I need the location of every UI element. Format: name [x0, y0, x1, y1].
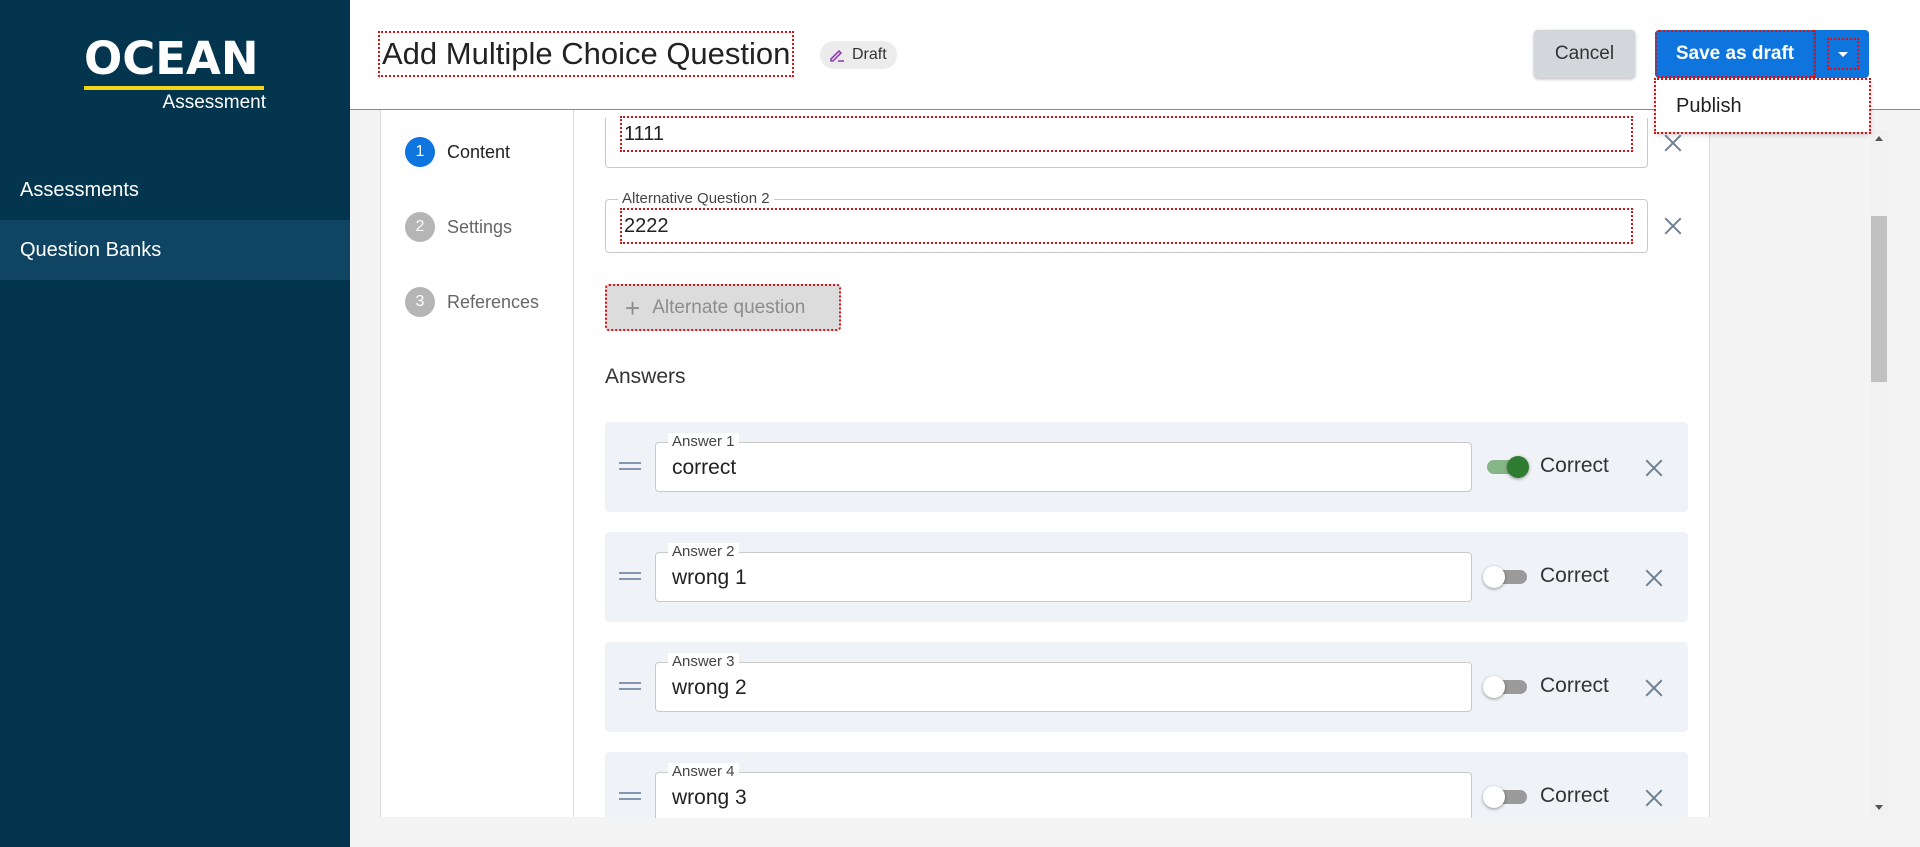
ocean-logo: OCEAN Assessment — [84, 36, 266, 116]
correct-label: Correct — [1540, 564, 1609, 587]
field-label: Answer 2 — [668, 543, 739, 561]
drag-handle-icon[interactable] — [619, 462, 641, 474]
menu-item-publish[interactable]: Publish — [1656, 80, 1869, 132]
answer-3-field[interactable]: Answer 3 wrong 2 — [655, 653, 1472, 712]
vertical-scrollbar[interactable] — [1870, 130, 1888, 816]
answer-4-correct-toggle[interactable] — [1483, 786, 1529, 808]
remove-alternative-question-1-close-icon[interactable] — [1661, 131, 1685, 155]
sidebar-item-question-banks[interactable]: Question Banks — [0, 220, 350, 280]
alternative-question-2-input[interactable]: 2222 — [620, 208, 1633, 244]
answer-3-input[interactable]: wrong 2 — [672, 675, 747, 701]
alternative-question-1-input[interactable]: 1111 — [620, 116, 1633, 152]
step-number: 2 — [405, 212, 435, 242]
answer-2-field[interactable]: Answer 2 wrong 1 — [655, 543, 1472, 602]
drag-handle-icon[interactable] — [619, 792, 641, 804]
answer-row-4: Answer 4 wrong 3 Correct — [605, 752, 1688, 818]
logo-underline — [84, 86, 264, 90]
answer-row-2: Answer 2 wrong 1 Correct — [605, 532, 1688, 622]
answer-row-1: Answer 1 correct Correct — [605, 422, 1688, 512]
step-number: 3 — [405, 287, 435, 317]
save-options-dropdown-button[interactable] — [1815, 30, 1869, 78]
plus-icon: + — [625, 292, 641, 323]
step-number: 1 — [405, 137, 435, 167]
scroll-up-icon[interactable] — [1875, 136, 1883, 141]
answer-4-field[interactable]: Answer 4 wrong 3 — [655, 763, 1472, 818]
page-title: Add Multiple Choice Question — [377, 31, 795, 77]
chevron-down-icon — [1827, 38, 1859, 70]
answer-1-input[interactable]: correct — [672, 455, 736, 481]
field-label: Answer 1 — [668, 433, 739, 451]
step-label: Settings — [447, 216, 513, 237]
step-settings[interactable]: 2 Settings — [405, 212, 512, 242]
step-label: Content — [447, 141, 511, 162]
alternative-question-1-field[interactable]: 1111 — [605, 116, 1648, 168]
answer-row-3: Answer 3 wrong 2 Correct — [605, 642, 1688, 732]
scroll-down-icon[interactable] — [1875, 805, 1883, 810]
field-label: Answer 4 — [668, 763, 739, 781]
drag-handle-icon[interactable] — [619, 572, 641, 584]
step-references[interactable]: 3 References — [405, 287, 539, 317]
logo-wordmark: OCEAN — [84, 32, 259, 85]
sidebar: OCEAN Assessment Assessments Question Ba… — [0, 0, 350, 847]
answer-1-field[interactable]: Answer 1 correct — [655, 433, 1472, 492]
status-badge: Draft — [820, 41, 897, 69]
stepper-divider — [573, 110, 574, 817]
alternative-question-2-field[interactable]: Alternative Question 2 2222 — [605, 190, 1648, 253]
answer-1-correct-toggle[interactable] — [1483, 456, 1529, 478]
remove-answer-2-close-icon[interactable] — [1642, 566, 1666, 590]
drag-handle-icon[interactable] — [619, 682, 641, 694]
edit-pencil-icon — [830, 49, 844, 62]
answer-4-input[interactable]: wrong 3 — [672, 785, 747, 811]
remove-answer-4-close-icon[interactable] — [1642, 786, 1666, 810]
remove-answer-3-close-icon[interactable] — [1642, 676, 1666, 700]
scrollbar-thumb[interactable] — [1871, 216, 1887, 382]
cancel-button[interactable]: Cancel — [1534, 30, 1635, 78]
step-label: References — [447, 291, 540, 312]
answer-2-input[interactable]: wrong 1 — [672, 565, 747, 591]
step-content[interactable]: 1 Content — [405, 137, 510, 167]
field-label: Alternative Question 2 — [618, 190, 774, 208]
answer-2-correct-toggle[interactable] — [1483, 566, 1529, 588]
add-alternate-question-label: Alternate question — [652, 296, 806, 318]
remove-alternative-question-2-close-icon[interactable] — [1661, 214, 1685, 238]
save-options-menu: Publish — [1654, 78, 1871, 134]
answers-heading: Answers — [605, 365, 686, 388]
add-alternate-question-button[interactable]: + Alternate question — [605, 284, 841, 331]
sidebar-item-assessments[interactable]: Assessments — [0, 160, 350, 220]
correct-label: Correct — [1540, 454, 1609, 477]
correct-label: Correct — [1540, 784, 1609, 807]
remove-answer-1-close-icon[interactable] — [1642, 456, 1666, 480]
field-label: Answer 3 — [668, 653, 739, 671]
status-badge-label: Draft — [852, 46, 887, 63]
logo-subtitle: Assessment — [162, 92, 266, 113]
save-as-draft-button[interactable]: Save as draft — [1655, 30, 1815, 78]
answer-3-correct-toggle[interactable] — [1483, 676, 1529, 698]
correct-label: Correct — [1540, 674, 1609, 697]
